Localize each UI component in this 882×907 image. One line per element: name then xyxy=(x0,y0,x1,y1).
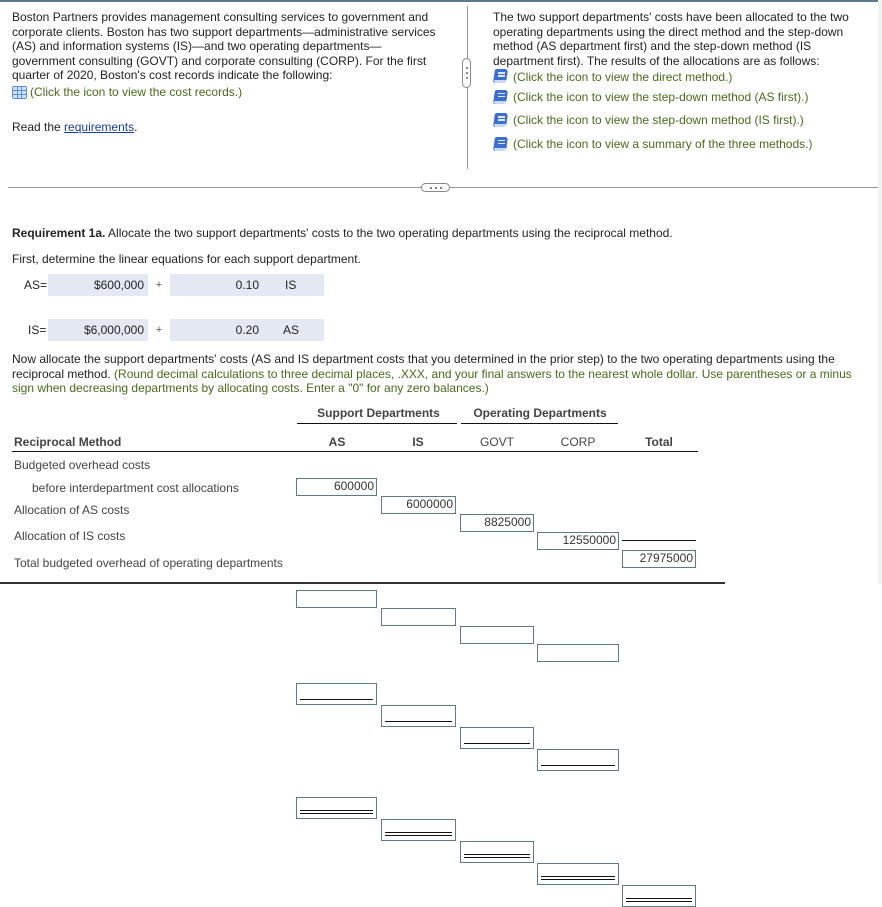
step-down-is-first-link[interactable]: (Click the icon to view the step-down me… xyxy=(493,109,863,133)
requirements-link[interactable]: requirements xyxy=(64,120,134,134)
cost-records-label[interactable]: (Click the icon to view the cost records… xyxy=(30,85,242,100)
right-panel-text: The two support departments' costs have … xyxy=(493,10,849,68)
value: 8825000 xyxy=(484,515,531,529)
as-constant-value: $600,000 xyxy=(93,278,144,292)
row-label-total: Total budgeted overhead of operating dep… xyxy=(14,556,283,570)
value: 27975000 xyxy=(639,551,693,565)
horizontal-resize-handle[interactable] xyxy=(421,183,450,192)
allocation-results-panel: The two support departments' costs have … xyxy=(493,10,863,156)
group-support-header: Support Departments xyxy=(317,406,440,420)
plus-sign: + xyxy=(155,324,163,336)
column-header-as: AS xyxy=(328,435,346,449)
problem-intro: Boston Partners provides management cons… xyxy=(12,10,442,100)
requirement-label: Requirement 1a. xyxy=(12,226,106,240)
intro-text: Boston Partners provides management cons… xyxy=(12,10,436,83)
is-coefficient-value: 0.20 xyxy=(235,323,259,337)
as-coefficient-field[interactable]: 0.10 IS xyxy=(170,274,324,296)
step-down-as-first-label[interactable]: (Click the icon to view the step-down me… xyxy=(513,90,808,105)
input-alloc-is-as[interactable] xyxy=(296,683,377,705)
value: 12550000 xyxy=(562,533,616,547)
input-total-is[interactable] xyxy=(381,819,456,841)
book-icon[interactable] xyxy=(493,136,509,152)
linear-equations-instruction: First, determine the linear equations fo… xyxy=(12,252,361,266)
book-icon[interactable] xyxy=(493,89,509,105)
input-total-as[interactable] xyxy=(296,797,377,819)
input-alloc-is-govt[interactable] xyxy=(460,727,534,749)
requirement-text: Allocate the two support departments' co… xyxy=(105,226,673,240)
table-grid-icon[interactable] xyxy=(12,85,27,99)
table-title: Reciprocal Method xyxy=(14,435,122,449)
column-header-is: IS xyxy=(412,435,424,449)
column-header-total: Total xyxy=(645,435,673,449)
value: 600000 xyxy=(333,479,374,493)
input-before-total[interactable]: 27975000 xyxy=(622,550,696,568)
operating-underline xyxy=(461,423,618,424)
input-total-total[interactable] xyxy=(622,885,696,907)
row-label-before-allocations: before interdepartment cost allocations xyxy=(32,481,239,495)
column-header-corp: CORP xyxy=(560,435,596,449)
input-before-govt[interactable]: 8825000 xyxy=(460,514,534,532)
step-down-as-first-link[interactable]: (Click the icon to view the step-down me… xyxy=(493,85,863,109)
step-down-is-first-label[interactable]: (Click the icon to view the step-down me… xyxy=(513,113,804,128)
input-before-corp[interactable]: 12550000 xyxy=(537,532,619,550)
direct-method-label[interactable]: (Click the icon to view the direct metho… xyxy=(513,70,732,85)
top-border xyxy=(0,0,882,2)
input-alloc-as-is[interactable] xyxy=(381,608,456,626)
equation-as-label: AS= xyxy=(24,278,48,292)
value: 6000000 xyxy=(406,497,453,511)
period: . xyxy=(134,120,138,134)
input-total-corp[interactable] xyxy=(537,863,619,885)
read-the-text: Read the xyxy=(12,120,65,134)
equation-is-label: IS= xyxy=(28,323,47,337)
book-icon[interactable] xyxy=(493,69,509,84)
read-requirements-line: Read the requirements. xyxy=(12,120,137,134)
total-alloc-is-underline xyxy=(622,540,696,541)
group-operating-header: Operating Departments xyxy=(473,406,607,420)
book-icon[interactable] xyxy=(493,113,509,128)
column-header-govt: GOVT xyxy=(479,435,514,449)
input-before-is[interactable]: 6000000 xyxy=(381,496,456,514)
input-total-govt[interactable] xyxy=(460,841,534,863)
input-alloc-is-is[interactable] xyxy=(381,705,456,727)
instructions-note: (Round decimal calculations to three dec… xyxy=(12,366,852,396)
direct-method-link[interactable]: (Click the icon to view the direct metho… xyxy=(493,68,863,85)
input-before-as[interactable]: 600000 xyxy=(296,478,377,496)
input-alloc-as-govt[interactable] xyxy=(460,626,534,644)
allocation-instructions: Now allocate the support departments' co… xyxy=(12,352,877,396)
as-coefficient-value: 0.10 xyxy=(235,278,259,292)
is-constant-field[interactable]: $6,000,000 xyxy=(48,319,148,341)
equation-is: IS= $6,000,000 + 0.20 AS xyxy=(28,319,324,341)
row-label-budgeted: Budgeted overhead costs xyxy=(14,458,151,472)
scrollbar-track[interactable] xyxy=(878,0,882,584)
is-variable: AS xyxy=(283,323,300,337)
is-coefficient-field[interactable]: 0.20 AS xyxy=(170,319,324,341)
cost-records-link[interactable]: (Click the icon to view the cost records… xyxy=(12,85,442,100)
summary-link[interactable]: (Click the icon to view a summary of the… xyxy=(493,132,863,156)
is-constant-value: $6,000,000 xyxy=(83,323,144,337)
requirement-1a: Requirement 1a. Allocate the two support… xyxy=(12,226,673,240)
as-variable: IS xyxy=(285,278,297,292)
row-label-allocation-is: Allocation of IS costs xyxy=(14,529,126,543)
input-alloc-as-corp[interactable] xyxy=(537,644,619,662)
row-label-allocation-as: Allocation of AS costs xyxy=(14,503,130,517)
vertical-resize-handle[interactable] xyxy=(462,58,471,88)
plus-sign: + xyxy=(155,279,163,291)
header-rule xyxy=(12,451,698,452)
input-alloc-as-as[interactable] xyxy=(296,590,377,608)
equation-as: AS= $600,000 + 0.10 IS xyxy=(24,274,324,296)
input-alloc-is-corp[interactable] xyxy=(537,749,619,771)
support-underline xyxy=(297,423,457,424)
as-constant-field[interactable]: $600,000 xyxy=(48,274,148,296)
summary-label[interactable]: (Click the icon to view a summary of the… xyxy=(513,137,812,152)
